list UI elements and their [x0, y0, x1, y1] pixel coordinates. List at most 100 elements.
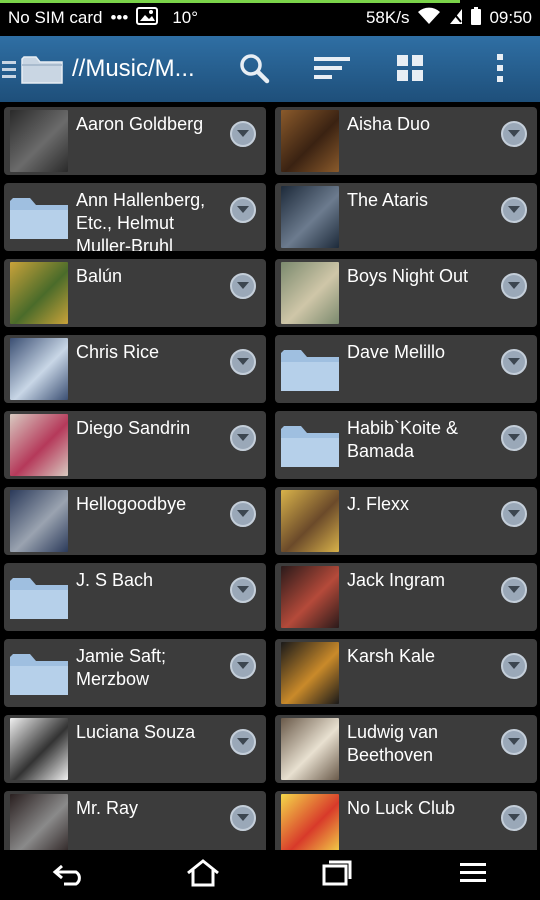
- artist-tile[interactable]: Ludwig van Beethoven: [275, 715, 537, 783]
- chevron-down-icon: [236, 129, 250, 139]
- back-button[interactable]: [44, 858, 94, 892]
- artist-photo: [8, 411, 70, 479]
- chevron-down-icon: [507, 281, 521, 291]
- artist-name: Luciana Souza: [76, 722, 196, 742]
- artist-photo: [279, 487, 341, 555]
- expand-button[interactable]: [501, 349, 527, 375]
- artist-photo: [8, 487, 70, 555]
- chevron-down-icon: [507, 129, 521, 139]
- artist-photo: [279, 791, 341, 850]
- expand-button[interactable]: [230, 121, 256, 147]
- artist-tile[interactable]: J. S Bach: [4, 563, 266, 631]
- chevron-down-icon: [236, 737, 250, 747]
- artist-photo: [8, 335, 70, 403]
- artist-tile[interactable]: Diego Sandrin: [4, 411, 266, 479]
- chevron-down-icon: [236, 205, 250, 215]
- artist-tile[interactable]: The Ataris: [275, 183, 537, 251]
- chevron-down-icon: [507, 357, 521, 367]
- expand-button[interactable]: [501, 577, 527, 603]
- gallery-icon: [136, 6, 159, 30]
- artist-tile[interactable]: Jack Ingram: [275, 563, 537, 631]
- expand-button[interactable]: [230, 729, 256, 755]
- artist-tile[interactable]: Ann Hallenberg, Etc., Helmut Muller-Bruh…: [4, 183, 266, 251]
- artist-tile[interactable]: Aaron Goldberg: [4, 107, 266, 175]
- folder-icon[interactable]: [20, 53, 64, 85]
- expand-button[interactable]: [501, 805, 527, 831]
- expand-button[interactable]: [230, 425, 256, 451]
- search-button[interactable]: [234, 50, 274, 90]
- artist-name: Diego Sandrin: [76, 418, 191, 438]
- expand-button[interactable]: [501, 653, 527, 679]
- artist-tile[interactable]: Chris Rice: [4, 335, 266, 403]
- expand-button[interactable]: [501, 121, 527, 147]
- wifi-icon: [417, 7, 441, 30]
- grid-view-button[interactable]: [390, 50, 430, 90]
- artist-name: J. Flexx: [347, 494, 410, 514]
- sort-icon: [314, 55, 350, 85]
- net-speed-text: 58K/s: [365, 8, 410, 27]
- folder-thumbnail-icon: [8, 563, 70, 631]
- artist-name: Aaron Goldberg: [76, 114, 204, 134]
- artist-tile[interactable]: Dave Melillo: [275, 335, 537, 403]
- chevron-down-icon: [507, 509, 521, 519]
- sort-button[interactable]: [312, 50, 352, 90]
- clock-text: 09:50: [489, 8, 532, 27]
- expand-button[interactable]: [230, 197, 256, 223]
- expand-button[interactable]: [230, 577, 256, 603]
- expand-button[interactable]: [501, 273, 527, 299]
- notification-dots: •••: [110, 8, 129, 27]
- artist-tile[interactable]: No Luck Club: [275, 791, 537, 850]
- drawer-toggle[interactable]: [2, 60, 16, 78]
- recent-apps-icon: [322, 860, 352, 890]
- expand-button[interactable]: [230, 805, 256, 831]
- artist-photo: [279, 715, 341, 783]
- artist-name: Hellogoodbye: [76, 494, 187, 514]
- folder-thumbnail-icon: [8, 639, 70, 707]
- expand-button[interactable]: [501, 501, 527, 527]
- chevron-down-icon: [236, 585, 250, 595]
- artist-tile[interactable]: Hellogoodbye: [4, 487, 266, 555]
- chevron-down-icon: [507, 205, 521, 215]
- grid-view-icon: [397, 55, 423, 85]
- chevron-down-icon: [507, 813, 521, 823]
- artist-name: Ludwig van Beethoven: [347, 722, 439, 765]
- expand-button[interactable]: [230, 349, 256, 375]
- artist-name: Chris Rice: [76, 342, 160, 362]
- artist-tile[interactable]: Habib`Koite & Bamada: [275, 411, 537, 479]
- home-button[interactable]: [178, 858, 228, 892]
- chevron-down-icon: [236, 813, 250, 823]
- artist-name: Dave Melillo: [347, 342, 446, 362]
- artist-tile[interactable]: Boys Night Out: [275, 259, 537, 327]
- menu-button[interactable]: [448, 858, 498, 892]
- expand-button[interactable]: [501, 197, 527, 223]
- expand-button[interactable]: [501, 729, 527, 755]
- path-title[interactable]: //Music/M...: [72, 55, 222, 83]
- expand-button[interactable]: [230, 653, 256, 679]
- temperature-text: 10°: [172, 8, 199, 27]
- chevron-down-icon: [507, 661, 521, 671]
- expand-button[interactable]: [230, 501, 256, 527]
- artist-tile[interactable]: Balún: [4, 259, 266, 327]
- recent-apps-button[interactable]: [312, 858, 362, 892]
- artist-tile[interactable]: Aisha Duo: [275, 107, 537, 175]
- expand-button[interactable]: [230, 273, 256, 299]
- battery-icon: [471, 6, 482, 30]
- artist-name: Jamie Saft; Merzbow: [76, 646, 167, 689]
- artist-tile[interactable]: Mr. Ray: [4, 791, 266, 850]
- artist-tile[interactable]: Jamie Saft; Merzbow: [4, 639, 266, 707]
- artist-photo: [279, 639, 341, 707]
- artist-photo: [279, 259, 341, 327]
- artist-tile[interactable]: J. Flexx: [275, 487, 537, 555]
- artist-photo: [279, 183, 341, 251]
- artist-photo: [8, 791, 70, 850]
- overflow-menu-button[interactable]: [480, 50, 520, 90]
- navigation-bar: [0, 850, 540, 900]
- artist-grid: Aaron Goldberg Aisha Duo Ann Hallenberg, E…: [0, 102, 540, 850]
- chevron-down-icon: [236, 281, 250, 291]
- artist-tile[interactable]: Karsh Kale: [275, 639, 537, 707]
- overflow-menu-icon: [496, 53, 504, 87]
- artist-tile[interactable]: Luciana Souza: [4, 715, 266, 783]
- menu-icon: [460, 862, 486, 888]
- artist-name: Jack Ingram: [347, 570, 446, 590]
- expand-button[interactable]: [501, 425, 527, 451]
